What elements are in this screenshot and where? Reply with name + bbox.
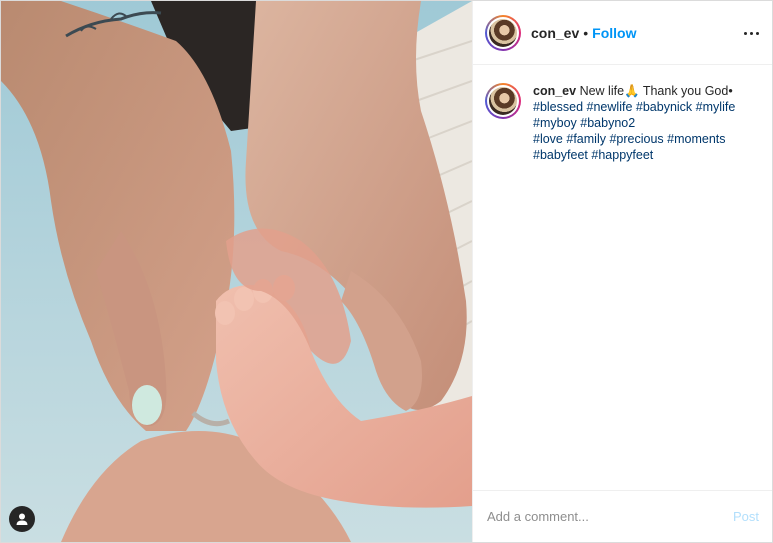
- caption-body: New life🙏 Thank you God•: [579, 84, 733, 98]
- avatar-image: [489, 18, 517, 47]
- hashtag-link[interactable]: #love: [533, 132, 563, 146]
- hashtag-link[interactable]: #babynick: [636, 100, 692, 114]
- hashtag-link[interactable]: #mylife: [696, 100, 736, 114]
- post-sidebar: con_ev • Follow con_ev New life🙏 Thank y…: [472, 1, 772, 542]
- user-tag-icon: [16, 513, 28, 525]
- avatar[interactable]: [485, 14, 521, 51]
- caption: con_ev New life🙏 Thank you God• #blessed…: [473, 66, 772, 403]
- hashtag-link[interactable]: #babyfeet: [533, 148, 588, 162]
- header-username[interactable]: con_ev: [531, 25, 579, 41]
- comment-input[interactable]: [487, 509, 733, 524]
- hashtag-link[interactable]: #newlife: [587, 100, 633, 114]
- comment-bar: Post: [473, 490, 772, 542]
- caption-text: con_ev New life🙏 Thank you God• #blessed…: [533, 83, 753, 403]
- follow-button[interactable]: Follow: [592, 25, 636, 41]
- more-horizontal-icon: [742, 31, 760, 35]
- post-header: con_ev • Follow: [473, 1, 772, 65]
- photo-illustration: [1, 1, 472, 542]
- post-photo[interactable]: [1, 1, 472, 542]
- more-options-button[interactable]: [741, 23, 761, 43]
- hashtag-line: #myboy #babyno2: [533, 115, 753, 131]
- hashtag-line: #babyfeet #happyfeet: [533, 147, 753, 163]
- hashtag-link[interactable]: #myboy: [533, 116, 577, 130]
- post-modal: con_ev • Follow con_ev New life🙏 Thank y…: [0, 0, 773, 543]
- post-comment-button[interactable]: Post: [733, 509, 759, 524]
- caption-username[interactable]: con_ev: [533, 84, 576, 98]
- hashtag-link[interactable]: #happyfeet: [591, 148, 653, 162]
- separator-dot: •: [583, 24, 589, 41]
- user-tag-button[interactable]: [9, 506, 35, 532]
- hashtag-link[interactable]: #blessed: [533, 100, 583, 114]
- caption-avatar[interactable]: [485, 83, 521, 119]
- hashtag-link[interactable]: #babyno2: [580, 116, 635, 130]
- hashtag-line: #blessed #newlife #babynick #mylife: [533, 99, 753, 115]
- hashtag-link[interactable]: #family: [566, 132, 606, 146]
- hashtag-line: #love #family #precious #moments: [533, 131, 753, 147]
- hashtag-link[interactable]: #precious: [609, 132, 663, 146]
- avatar-image: [489, 87, 517, 115]
- hashtag-link[interactable]: #moments: [667, 132, 725, 146]
